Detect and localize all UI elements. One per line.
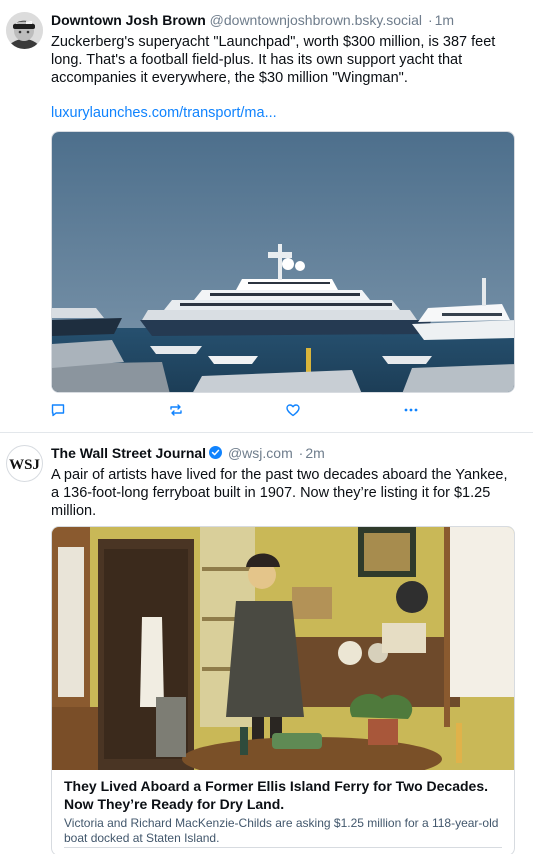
post-image[interactable]	[51, 131, 515, 393]
wsj-logo-icon: WSJ	[9, 457, 40, 473]
author-name[interactable]: The Wall Street Journal	[51, 445, 206, 461]
post-text: A pair of artists have lived for the pas…	[51, 467, 508, 519]
feed: Downtown Josh Brown @downtownjoshbrown.b…	[0, 0, 533, 854]
profile-photo-icon	[6, 12, 43, 49]
card-image	[52, 527, 514, 770]
avatar-text: WSJ	[9, 457, 40, 473]
post-text: Zuckerberg's superyacht "Launchpad", wor…	[51, 34, 496, 86]
card-description: Victoria and Richard MacKenzie-Childs ar…	[64, 816, 499, 845]
avatar[interactable]: WSJ	[6, 445, 43, 482]
repost-icon	[170, 404, 182, 416]
author-handle[interactable]: @downtownjoshbrown.bsky.social	[210, 12, 422, 28]
more-icon	[404, 408, 418, 412]
verified-badge-icon	[209, 446, 223, 459]
like-button[interactable]	[283, 400, 303, 420]
post-actions	[51, 400, 431, 420]
card-title[interactable]: They Lived Aboard a Former Ellis Island …	[64, 777, 502, 813]
author-handle[interactable]: @wsj.com	[228, 445, 293, 461]
post-time[interactable]: 1m	[435, 12, 454, 28]
post-header: The Wall Street Journal @wsj.com · 2m	[51, 444, 523, 462]
post-time[interactable]: 2m	[305, 445, 324, 461]
separator-dot: ·	[298, 445, 304, 461]
repost-button[interactable]	[166, 400, 186, 420]
card-text: They Lived Aboard a Former Ellis Island …	[64, 777, 502, 846]
like-icon	[286, 404, 300, 417]
reply-button[interactable]	[48, 400, 68, 420]
avatar[interactable]	[6, 12, 43, 49]
separator-dot: ·	[427, 12, 433, 28]
post[interactable]: WSJ The Wall Street Journal @wsj.com · 2m…	[0, 433, 533, 854]
ferryboat-interior-photo-icon	[52, 527, 514, 770]
reply-icon	[51, 404, 65, 417]
more-button[interactable]	[401, 400, 421, 420]
post[interactable]: Downtown Josh Brown @downtownjoshbrown.b…	[0, 0, 533, 433]
card-divider	[64, 847, 502, 848]
superyacht-photo-icon	[52, 132, 514, 392]
link-card[interactable]: They Lived Aboard a Former Ellis Island …	[51, 526, 515, 854]
author-name[interactable]: Downtown Josh Brown	[51, 12, 206, 28]
post-header: Downtown Josh Brown @downtownjoshbrown.b…	[51, 11, 523, 29]
post-link[interactable]: luxurylaunches.com/transport/ma...	[51, 104, 277, 122]
